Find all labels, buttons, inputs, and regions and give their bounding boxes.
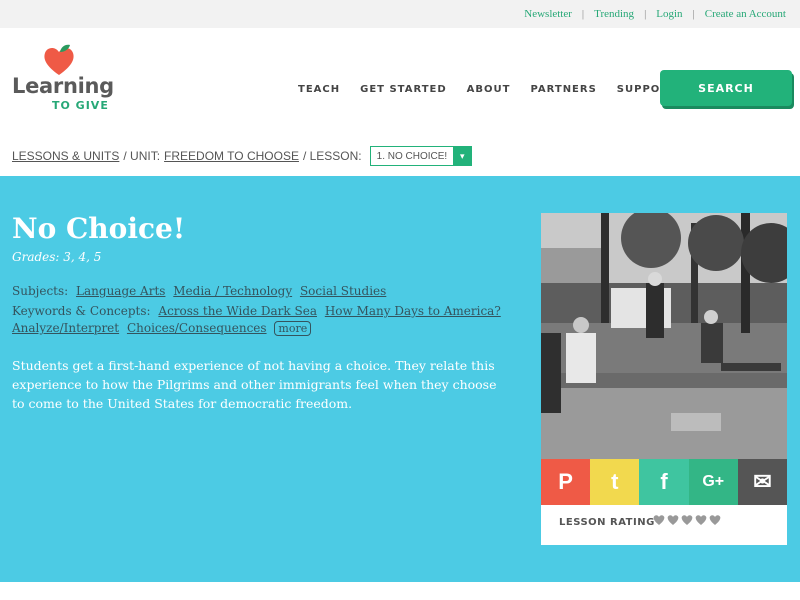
subject-link[interactable]: Language Arts	[76, 284, 165, 298]
lesson-description: Students get a first-hand experience of …	[12, 358, 497, 411]
separator: |	[581, 8, 585, 20]
create-account-link[interactable]: Create an Account	[705, 8, 786, 20]
heart-icon	[681, 515, 693, 525]
main-nav: TEACH GET STARTED ABOUT PARTNERS SUPPORT…	[298, 84, 698, 95]
trending-link[interactable]: Trending	[594, 8, 634, 20]
nav-partners[interactable]: PARTNERS	[530, 84, 596, 95]
subjects-label: Subjects:	[12, 284, 69, 298]
page-footer-strip	[0, 582, 800, 600]
heart-icon	[709, 515, 721, 525]
separator: |	[644, 8, 647, 20]
chevron-down-icon: ▾	[453, 147, 472, 165]
utility-bar: Newsletter | Trending | Login | Create a…	[0, 0, 800, 28]
pinterest-icon[interactable]: P	[541, 459, 591, 505]
login-link[interactable]: Login	[656, 8, 682, 20]
newsletter-link[interactable]: Newsletter	[524, 8, 572, 20]
nav-about[interactable]: ABOUT	[467, 84, 511, 95]
search-button[interactable]: SEARCH	[660, 70, 792, 106]
google-plus-icon[interactable]: G+	[688, 459, 738, 505]
rating-hearts[interactable]	[653, 514, 721, 526]
apple-heart-icon	[44, 44, 74, 75]
facebook-icon[interactable]: f	[639, 459, 689, 505]
keywords-row-2: Analyze/Interpret Choices/Consequences m…	[12, 321, 312, 336]
keyword-link[interactable]: How Many Days to America?	[325, 304, 501, 318]
keywords-label: Keywords & Concepts:	[12, 304, 151, 318]
heart-icon	[653, 515, 665, 525]
nav-teach[interactable]: TEACH	[298, 84, 340, 95]
breadcrumb-unit-prefix: / UNIT:	[123, 149, 161, 163]
breadcrumb-lesson-prefix: / LESSON:	[302, 149, 362, 163]
keyword-link[interactable]: Across the Wide Dark Sea	[158, 304, 317, 318]
site-logo[interactable]: Learning TO GIVE	[12, 44, 142, 114]
lesson-rating-label: LESSON RATING	[559, 517, 655, 528]
keyword-link[interactable]: Choices/Consequences	[127, 321, 267, 335]
site-header: Learning TO GIVE TEACH GET STARTED ABOUT…	[0, 28, 800, 140]
lesson-card: P t f G+ ✉ LESSON RATING	[541, 213, 788, 545]
breadcrumb-unit[interactable]: FREEDOM TO CHOOSE	[164, 149, 299, 163]
lesson-select[interactable]: 1. NO CHOICE! ▾	[369, 146, 473, 166]
lesson-grades: Grades: 3, 4, 5	[12, 250, 102, 264]
twitter-icon[interactable]: t	[590, 459, 640, 505]
logo-wordmark: Learning	[12, 74, 114, 98]
breadcrumb: LESSONS & UNITS / UNIT: FREEDOM TO CHOOS…	[12, 146, 473, 166]
nav-get-started[interactable]: GET STARTED	[360, 84, 447, 95]
subject-link[interactable]: Social Studies	[300, 284, 386, 298]
lesson-title: No Choice!	[12, 212, 186, 245]
keywords-row: Keywords & Concepts: Across the Wide Dar…	[12, 304, 501, 318]
share-bar: P t f G+ ✉	[541, 459, 788, 505]
email-icon[interactable]: ✉	[737, 459, 788, 505]
lesson-photo	[541, 213, 787, 459]
breadcrumb-lessons-units[interactable]: LESSONS & UNITS	[12, 149, 119, 163]
subjects-row: Subjects: Language Arts Media / Technolo…	[12, 284, 386, 298]
separator: |	[692, 8, 695, 20]
heart-icon	[667, 515, 679, 525]
more-keywords-button[interactable]: more	[274, 321, 312, 336]
heart-icon	[695, 515, 707, 525]
subject-link[interactable]: Media / Technology	[173, 284, 292, 298]
utility-links: Newsletter | Trending | Login | Create a…	[524, 8, 786, 20]
logo-tagline: TO GIVE	[52, 99, 109, 112]
lesson-select-value: 1. NO CHOICE!	[376, 150, 448, 162]
keyword-link[interactable]: Analyze/Interpret	[12, 321, 119, 335]
